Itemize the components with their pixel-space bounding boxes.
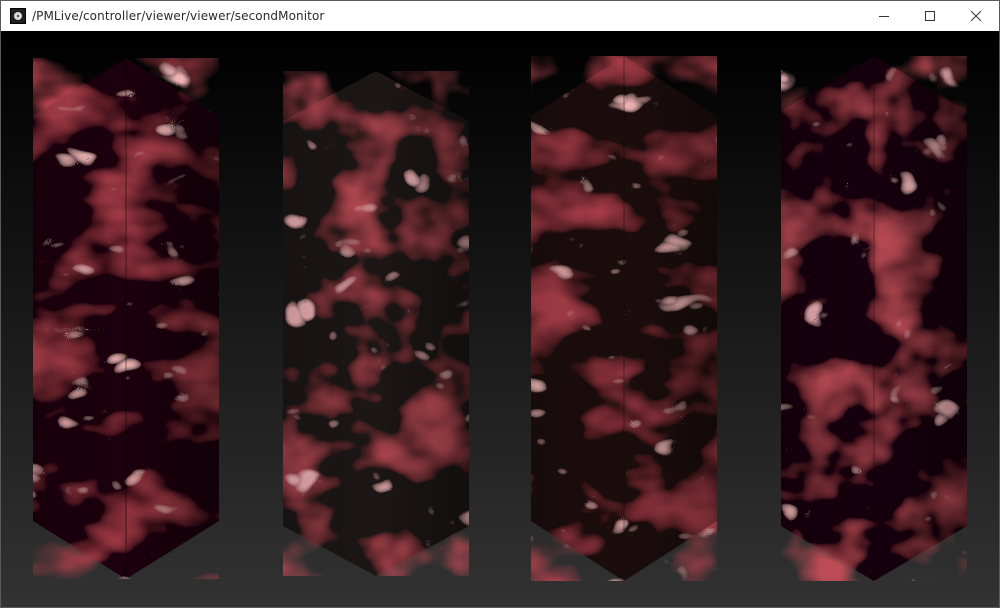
maximize-button[interactable] [907, 1, 953, 31]
prism-panel-2 [283, 71, 469, 576]
prism-panel-4 [781, 56, 967, 581]
app-window: /PMLive/controller/viewer/viewer/secondM… [0, 0, 1000, 608]
close-button[interactable] [953, 1, 999, 31]
minimize-button[interactable] [861, 1, 907, 31]
prism-scene [33, 56, 967, 581]
prism-panel-1 [33, 58, 219, 579]
window-controls [861, 1, 999, 31]
window-title: /PMLive/controller/viewer/viewer/secondM… [32, 9, 325, 23]
viewer-canvas[interactable] [1, 31, 999, 607]
close-icon [970, 10, 982, 22]
maximize-icon [925, 11, 935, 21]
minimize-icon [879, 16, 889, 17]
app-icon[interactable] [10, 8, 26, 24]
title-bar[interactable]: /PMLive/controller/viewer/viewer/secondM… [1, 1, 999, 31]
prism-panel-3 [531, 56, 717, 581]
